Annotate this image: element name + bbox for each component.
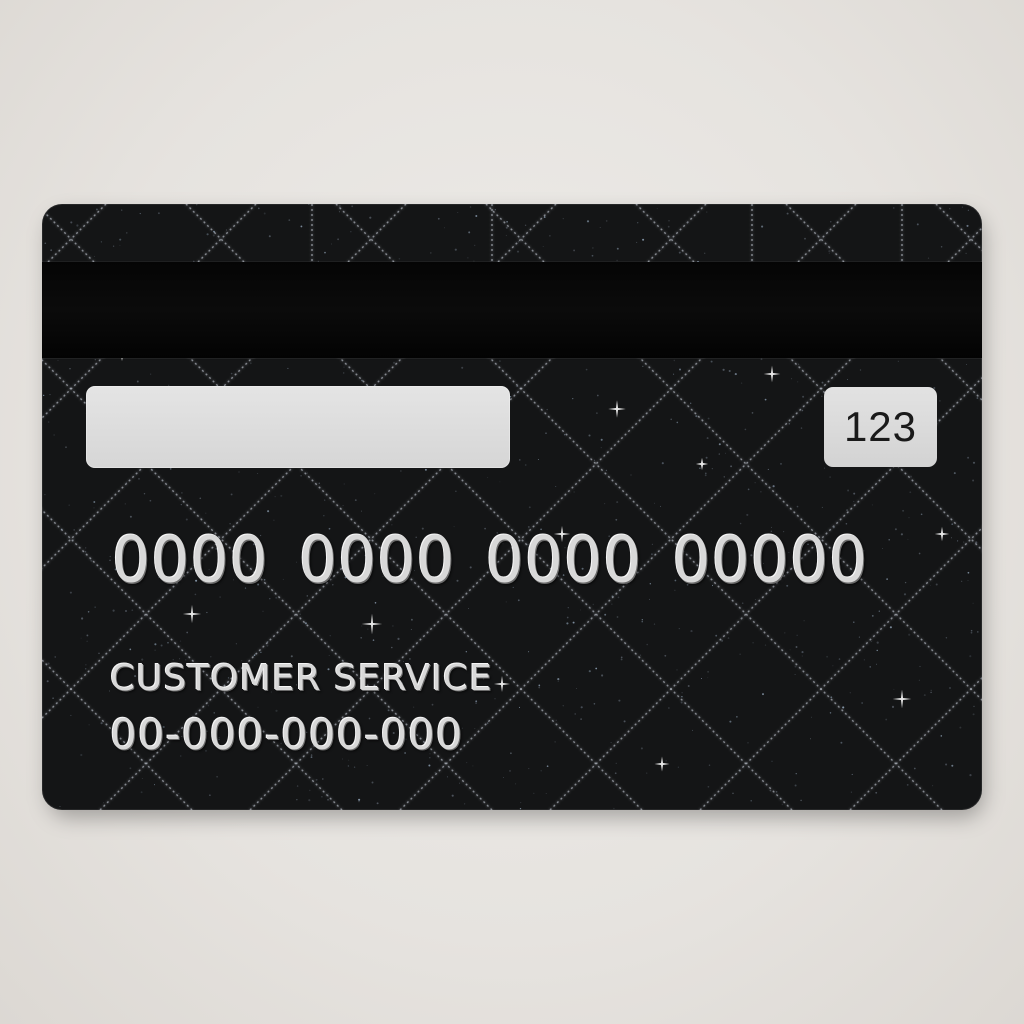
magnetic-stripe <box>42 262 982 358</box>
cvv-code: 123 <box>843 403 918 450</box>
signature-panel <box>86 386 510 468</box>
customer-service-phone: 00-000-000-000 <box>110 710 464 759</box>
cvv-box: 123 <box>824 387 937 467</box>
credit-card-back: 123 0000 0000 0000 00000 CUSTOMER SERVIC… <box>42 204 982 810</box>
card-number: 0000 0000 0000 00000 <box>112 524 869 598</box>
customer-service-label: CUSTOMER SERVICE <box>110 658 493 699</box>
